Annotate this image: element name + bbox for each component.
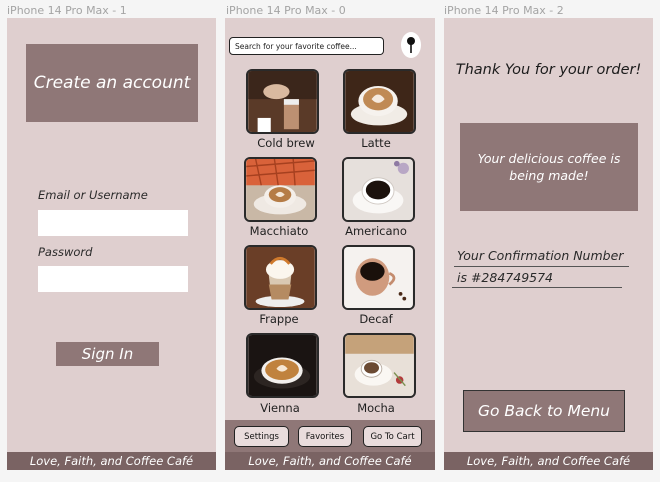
favorites-button[interactable]: Favorites <box>298 426 352 447</box>
footer-brand: Love, Faith, and Coffee Café <box>225 452 435 470</box>
menu-item-decaf[interactable] <box>342 245 415 310</box>
cold-brew-image <box>248 71 317 132</box>
americano-label: Americano <box>345 224 407 238</box>
confirmation-screen: Thank You for your order! Your delicious… <box>444 18 653 470</box>
latte-image <box>345 71 414 132</box>
menu-item-latte[interactable] <box>343 69 416 134</box>
password-label: Password <box>38 245 93 259</box>
menu-item-frappe[interactable] <box>244 245 317 310</box>
menu-item-americano[interactable] <box>342 157 415 222</box>
search-input[interactable] <box>229 37 384 55</box>
macchiato-image <box>246 159 315 220</box>
cold-brew-label: Cold brew <box>257 136 315 150</box>
decaf-image <box>344 247 413 308</box>
frame-label-login: iPhone 14 Pro Max - 1 <box>7 4 127 17</box>
underline-divider <box>454 266 629 267</box>
footer-brand: Love, Faith, and Coffee Café <box>7 452 216 470</box>
macchiato-label: Macchiato <box>249 224 309 238</box>
confirmation-number-line2: is #284749574 <box>457 270 554 285</box>
footer-brand: Love, Faith, and Coffee Café <box>444 452 653 470</box>
menu-screen: Cold brew Latte Macchiato Americano <box>225 18 435 470</box>
menu-item-mocha[interactable] <box>343 333 416 398</box>
thank-you-heading: Thank You for your order! <box>455 62 642 78</box>
underline-divider <box>452 287 622 288</box>
americano-image <box>344 159 413 220</box>
frappe-label: Frappe <box>259 312 299 326</box>
login-screen: Create an account Email or Username Pass… <box>7 18 216 470</box>
go-back-to-menu-button[interactable]: Go Back to Menu <box>463 390 625 432</box>
create-account-title: Create an account <box>26 44 198 122</box>
mocha-label: Mocha <box>357 401 395 415</box>
settings-button[interactable]: Settings <box>234 426 289 447</box>
order-status-box: Your delicious coffee is being made! <box>460 123 638 211</box>
frame-label-menu: iPhone 14 Pro Max - 0 <box>226 4 346 17</box>
confirmation-number-line1: Your Confirmation Number <box>457 248 624 263</box>
sign-in-button[interactable]: Sign In <box>56 342 159 366</box>
map-pin-icon <box>407 37 415 53</box>
vienna-image <box>248 335 317 396</box>
go-to-cart-button[interactable]: Go To Cart <box>363 426 422 447</box>
frame-label-confirmation: iPhone 14 Pro Max - 2 <box>444 4 564 17</box>
decaf-label: Decaf <box>359 312 393 326</box>
map-pin-button[interactable] <box>401 32 421 58</box>
menu-item-cold-brew[interactable] <box>246 69 319 134</box>
menu-item-vienna[interactable] <box>246 333 319 398</box>
username-field[interactable] <box>38 210 188 236</box>
mocha-image <box>345 335 414 396</box>
menu-item-macchiato[interactable] <box>244 157 317 222</box>
vienna-label: Vienna <box>260 401 300 415</box>
password-field[interactable] <box>38 266 188 292</box>
username-label: Email or Username <box>38 188 148 202</box>
frappe-image <box>246 247 315 308</box>
latte-label: Latte <box>361 136 391 150</box>
